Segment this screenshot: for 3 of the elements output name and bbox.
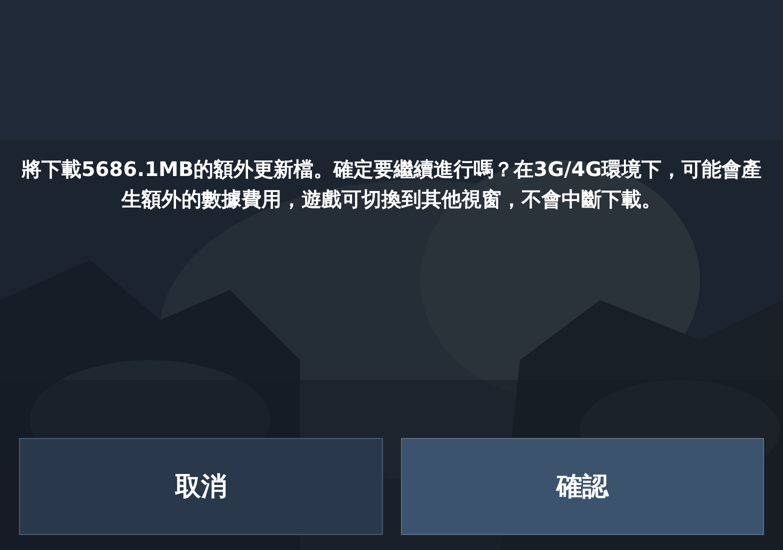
cancel-button[interactable]: 取消 [19, 438, 382, 535]
dialog-message: 將下載5686.1MB的額外更新檔。確定要繼續進行嗎？在3G/4G環境下，可能會產生額外的數據費用，遊戲可切換到其他視窗，不會中斷下載。 [20, 156, 763, 213]
confirm-button[interactable]: 確認 [400, 438, 764, 535]
